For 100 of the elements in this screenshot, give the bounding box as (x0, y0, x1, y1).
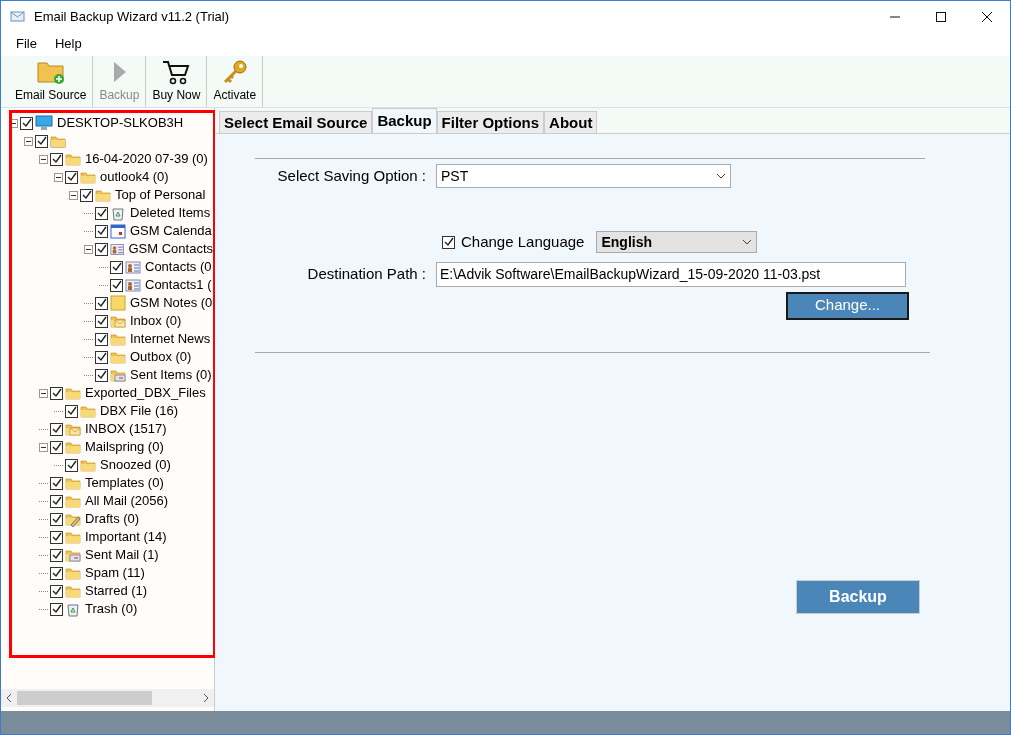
tree-checkbox[interactable] (50, 494, 63, 508)
tree-item-label[interactable]: 16-04-2020 07-39 (0) (85, 149, 208, 169)
tree-item-label[interactable]: outlook4 (0) (100, 167, 169, 187)
collapse-toggle[interactable] (24, 136, 33, 146)
toolbar-button[interactable]: Buy Now (146, 56, 208, 107)
tree-item-label[interactable]: Deleted Items (130, 203, 211, 223)
tree-item-label[interactable]: Contacts (0 (145, 257, 212, 277)
mail-folder-icon (110, 313, 126, 329)
contact-card-icon (125, 259, 141, 275)
sent-folder-icon (110, 367, 126, 383)
checkbox-label: Change Language (461, 232, 585, 252)
tree-item-label[interactable]: Mailspring (0) (85, 437, 164, 457)
tree-item-label[interactable]: Contacts1 ( (145, 275, 212, 295)
tab[interactable]: Select Email Source (219, 111, 373, 133)
tree-checkbox[interactable] (50, 476, 63, 490)
maximize-icon (936, 11, 946, 22)
tab[interactable]: About (544, 111, 598, 133)
tree-item-label[interactable]: Trash (0) (85, 599, 138, 619)
tree-checkbox[interactable] (50, 566, 63, 580)
tree-item-label[interactable]: DBX File (16) (100, 401, 179, 421)
tree-item-label[interactable]: Exported_DBX_Files (85, 383, 206, 403)
tree-item-label[interactable]: GSM Calenda (130, 221, 212, 241)
backup-button[interactable]: Backup (796, 579, 920, 614)
horizontal-scrollbar[interactable] (1, 689, 214, 707)
minus-icon (41, 156, 46, 162)
sent-folder-icon (65, 547, 81, 563)
tree-item-label[interactable]: Internet News (130, 329, 211, 349)
menu-item[interactable]: File (9, 34, 44, 54)
tree-item-label[interactable]: Sent Items (0) (130, 365, 212, 385)
minus-icon (26, 138, 31, 144)
tree-checkbox[interactable] (50, 548, 63, 562)
tree-checkbox[interactable] (65, 170, 78, 184)
tree-checkbox[interactable] (95, 296, 108, 310)
tree-checkbox[interactable] (110, 260, 123, 274)
tree-item-label[interactable]: Templates (0) (85, 473, 164, 493)
folder-icon (110, 349, 126, 365)
menu-item[interactable]: Help (47, 34, 89, 54)
tree-checkbox[interactable] (95, 224, 108, 238)
tree-item-label[interactable]: Top of Personal (115, 185, 206, 205)
tree-checkbox[interactable] (50, 584, 63, 598)
scroll-right-icon (202, 694, 210, 702)
tree-checkbox[interactable] (95, 332, 108, 346)
tree-checkbox[interactable] (50, 512, 63, 526)
mail-icon (10, 9, 26, 24)
collapse-toggle[interactable] (84, 244, 93, 254)
language-dropdown[interactable]: English (596, 231, 758, 254)
tree-checkbox[interactable] (65, 404, 78, 418)
collapse-toggle[interactable] (54, 172, 63, 182)
tree-checkbox[interactable] (95, 314, 108, 328)
contact-card-icon (110, 241, 125, 257)
tree-checkbox[interactable] (20, 116, 33, 130)
collapse-toggle[interactable] (12, 118, 18, 128)
tree-checkbox[interactable] (65, 458, 78, 472)
minus-icon (12, 120, 16, 126)
tree-item-label[interactable]: INBOX (1517) (85, 419, 167, 439)
tree-item-label[interactable]: Drafts (0) (85, 509, 140, 529)
scrollbar-thumb[interactable] (17, 691, 152, 705)
tree-checkbox[interactable] (50, 602, 63, 616)
tree-item-label[interactable]: Sent Mail (1) (85, 545, 159, 565)
tree-item-label[interactable]: GSM Contacts (128, 239, 213, 259)
collapse-toggle[interactable] (39, 154, 48, 164)
tree-item-label[interactable]: All Mail (2056) (85, 491, 169, 511)
tree-checkbox[interactable] (95, 350, 108, 364)
tree-checkbox[interactable] (50, 386, 63, 400)
saving-option-dropdown[interactable]: PST (436, 164, 731, 188)
tree-checkbox[interactable] (50, 422, 63, 436)
tree-checkbox[interactable] (50, 440, 63, 454)
pencil-folder-icon (65, 511, 81, 527)
minus-icon (41, 444, 46, 450)
field-label: Select Saving Option : (276, 165, 426, 186)
toolbar-button[interactable]: Activate (207, 56, 264, 107)
tree-item-label[interactable]: Important (14) (85, 527, 167, 547)
collapse-toggle[interactable] (39, 442, 48, 452)
collapse-toggle[interactable] (39, 388, 48, 398)
close-icon (982, 11, 992, 22)
tree-checkbox[interactable] (35, 134, 48, 148)
tree-item-label[interactable]: GSM Notes (0 (130, 293, 213, 313)
tree-checkbox[interactable] (95, 242, 108, 256)
tree-checkbox[interactable] (442, 235, 455, 249)
computer-icon (35, 115, 53, 131)
tree-item-label[interactable]: Snoozed (0) (100, 455, 171, 475)
tree-checkbox[interactable] (50, 152, 63, 166)
minus-icon (41, 390, 46, 396)
collapse-toggle[interactable] (69, 190, 78, 200)
tree-checkbox[interactable] (95, 206, 108, 220)
tab[interactable]: Backup (372, 108, 437, 133)
tree-checkbox[interactable] (50, 530, 63, 544)
tree-checkbox[interactable] (80, 188, 93, 202)
tree-checkbox[interactable] (95, 368, 108, 382)
tree-item-label[interactable]: Outbox (0) (130, 347, 192, 367)
tree-item-label[interactable]: DESKTOP-SLKOB3H (57, 113, 184, 133)
storage-icon (50, 133, 66, 149)
toolbar-button[interactable]: Email Source (9, 56, 94, 107)
tree-item-label[interactable]: Inbox (0) (130, 311, 182, 331)
change-button[interactable]: Change... (786, 291, 909, 320)
destination-path-field[interactable]: E:\Advik Software\EmailBackupWizard_15-09-2020 11-03.pst (436, 261, 906, 287)
tree-item-label[interactable]: Spam (11) (85, 563, 145, 583)
tab[interactable]: Filter Options (436, 111, 545, 133)
tree-item-label[interactable]: Starred (1) (85, 581, 148, 601)
tree-checkbox[interactable] (110, 278, 123, 292)
